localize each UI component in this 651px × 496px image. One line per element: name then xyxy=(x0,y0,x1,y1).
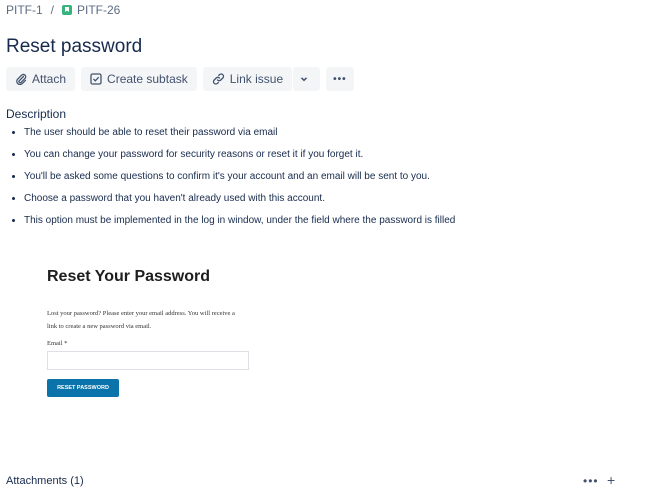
breadcrumb-parent[interactable]: PITF-1 xyxy=(6,3,43,17)
story-icon xyxy=(62,5,73,15)
attachments-label: Attachments (1) xyxy=(6,475,84,487)
breadcrumb-current[interactable]: PITF-26 xyxy=(77,3,120,17)
issue-toolbar: Attach Create subtask Link issue ••• xyxy=(6,67,354,91)
paperclip-icon xyxy=(16,73,27,85)
mockup-heading: Reset Your Password xyxy=(47,268,211,285)
description-list[interactable]: The user should be able to reset their p… xyxy=(8,124,455,234)
description-item: This option must be implemented in the l… xyxy=(24,212,455,234)
mockup-email-field xyxy=(47,351,249,370)
issue-title[interactable]: Reset password xyxy=(6,36,142,58)
link-icon xyxy=(212,73,224,85)
attach-button[interactable]: Attach xyxy=(6,67,76,91)
link-issue-dropdown[interactable] xyxy=(293,67,321,91)
mockup-reset-button: RESET PASSWORD xyxy=(47,379,119,397)
description-label: Description xyxy=(6,107,67,121)
subtask-icon xyxy=(90,73,102,85)
create-subtask-button[interactable]: Create subtask xyxy=(81,67,197,91)
add-attachment-button[interactable]: + xyxy=(607,472,615,488)
more-icon: ••• xyxy=(333,73,347,85)
more-actions-button[interactable]: ••• xyxy=(326,67,354,91)
description-item: Choose a password that you haven't alrea… xyxy=(24,190,455,212)
embedded-mockup-image[interactable]: Reset Your Password Lost your password? … xyxy=(47,268,267,397)
create-subtask-label: Create subtask xyxy=(107,72,188,86)
description-item: You can change your password for securit… xyxy=(24,146,455,168)
chevron-down-icon xyxy=(301,77,308,82)
link-issue-label: Link issue xyxy=(229,72,284,86)
mockup-email-label: Email * xyxy=(47,340,68,347)
breadcrumb-separator: / xyxy=(50,3,55,17)
attach-label: Attach xyxy=(32,72,67,86)
link-issue-button[interactable]: Link issue xyxy=(202,67,293,91)
description-item: You'll be asked some questions to confir… xyxy=(24,168,455,190)
mockup-text: Lost your password? Please enter your em… xyxy=(47,310,235,330)
attachments-more-button[interactable]: ••• xyxy=(583,474,599,488)
description-item: The user should be able to reset their p… xyxy=(24,124,455,146)
breadcrumb: PITF-1 / PITF-26 xyxy=(6,3,120,17)
